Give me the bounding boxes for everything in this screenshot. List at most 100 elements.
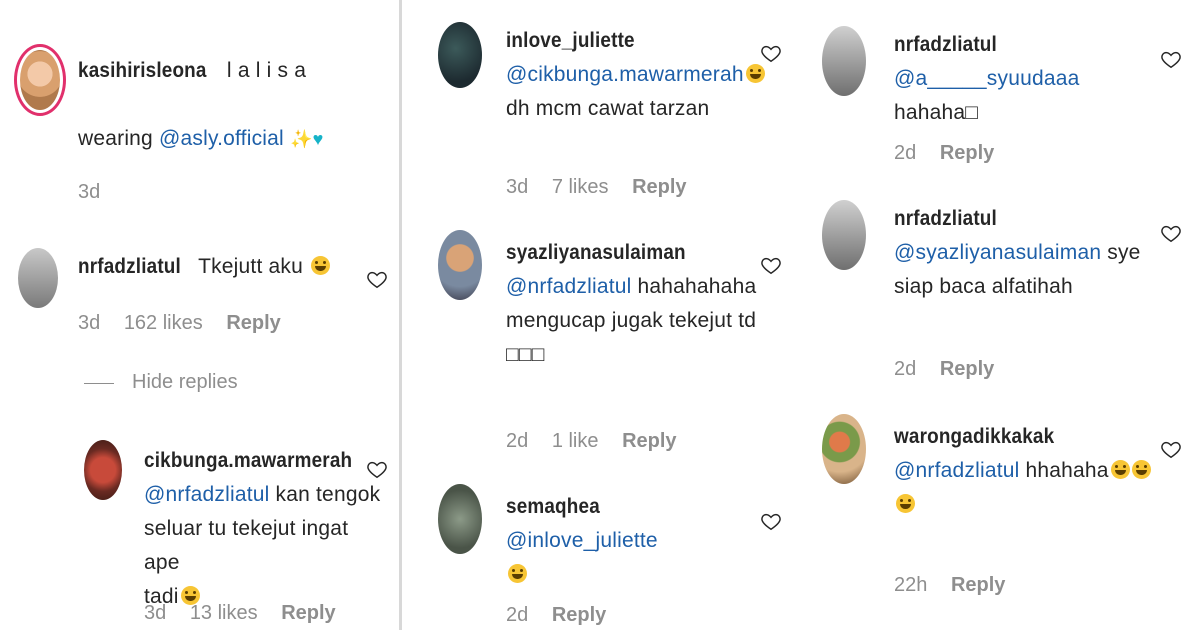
- comment-text-line3: □□□: [506, 343, 545, 366]
- comment-semaqhea: semaqhea @inlove_juliette 2d Reply: [438, 484, 798, 630]
- avatar[interactable]: [822, 200, 866, 270]
- avatar[interactable]: [438, 484, 482, 554]
- like-button[interactable]: [760, 254, 782, 276]
- comments-panel-2: inlove_juliette @cikbunga.mawarmerah dh …: [402, 0, 802, 630]
- avatar[interactable]: [18, 248, 58, 308]
- comment-meta: 3d 7 likes Reply: [506, 176, 705, 199]
- like-button[interactable]: [1160, 48, 1182, 70]
- reply-button[interactable]: Reply: [632, 176, 686, 198]
- comment-meta: 3d 162 likes Reply: [78, 312, 299, 335]
- comment-meta: 2d 1 like Reply: [506, 430, 695, 453]
- comment-text-line2: mengucap jugak tekejut td: [506, 309, 757, 332]
- comment-text: kan tengok: [275, 483, 381, 506]
- comment-meta: 3d 13 likes Reply: [144, 602, 354, 625]
- like-button[interactable]: [1160, 222, 1182, 244]
- heart-icon: [1161, 225, 1181, 243]
- avatar[interactable]: [438, 22, 482, 88]
- username[interactable]: warongadikkakak: [894, 420, 1054, 454]
- mention-link[interactable]: @cikbunga.mawarmerah: [506, 63, 744, 86]
- likes-count[interactable]: 1 like: [552, 430, 599, 452]
- username[interactable]: cikbunga.mawarmerah: [144, 444, 352, 478]
- username[interactable]: nrfadzliatul: [894, 202, 997, 236]
- comment-text: dh mcm cawat tarzan: [506, 97, 710, 120]
- comment-kasihirisleona: kasihirisleona l a l i s a wearing @asly…: [14, 44, 394, 214]
- like-button[interactable]: [760, 510, 782, 532]
- comment-body: nrfadzliatul Tkejutt aku: [78, 250, 348, 284]
- comment-body: cikbunga.mawarmerah @nrfadzliatul kan te…: [144, 444, 389, 614]
- mention-link[interactable]: @inlove_juliette: [506, 529, 658, 552]
- timestamp: 3d: [144, 602, 167, 624]
- comment-body: nrfadzliatul @a_____syuudaaa hahaha□: [894, 28, 1154, 130]
- mention-link[interactable]: @a_____syuudaaa: [894, 67, 1079, 90]
- heart-icon: [761, 45, 781, 63]
- mention-link[interactable]: @nrfadzliatul: [144, 483, 269, 506]
- comment-text-line2: seluar tu tekejut ingat ape: [144, 517, 349, 574]
- comment-text: sye: [1107, 241, 1141, 264]
- reply-button[interactable]: Reply: [226, 312, 280, 334]
- avatar[interactable]: [822, 26, 866, 96]
- grinning-emoji: [745, 64, 765, 83]
- heart-icon: [1161, 441, 1181, 459]
- reply-button[interactable]: Reply: [940, 142, 994, 164]
- like-button[interactable]: [760, 42, 782, 64]
- comment-nrfadzliatul: nrfadzliatul Tkejutt aku 3d 162 likes Re…: [18, 248, 393, 338]
- timestamp: 3d: [506, 176, 529, 198]
- comments-panel-3: nrfadzliatul @a_____syuudaaa hahaha□ 2d …: [806, 0, 1200, 630]
- reply-button[interactable]: Reply: [622, 430, 676, 452]
- comment-text: hhahaha: [1025, 459, 1109, 482]
- comment-nrfadzliatul-2: nrfadzliatul @syazliyanasulaiman sye sia…: [822, 200, 1198, 390]
- blue-heart-emoji: ♥: [312, 129, 324, 149]
- username[interactable]: kasihirisleona: [78, 54, 207, 88]
- hide-replies-button[interactable]: Hide replies: [132, 371, 256, 394]
- timestamp: 3d: [78, 312, 101, 334]
- reply-button[interactable]: Reply: [552, 604, 606, 626]
- comment-body-line2: wearing @asly.official ✨♥: [78, 122, 388, 156]
- comment-inlove-juliette: inlove_juliette @cikbunga.mawarmerah dh …: [438, 22, 798, 212]
- username[interactable]: nrfadzliatul: [78, 250, 181, 284]
- reply-button[interactable]: Reply: [951, 574, 1005, 596]
- grinning-emoji: [311, 256, 331, 275]
- like-button[interactable]: [1160, 438, 1182, 460]
- mention-link[interactable]: @nrfadzliatul: [894, 459, 1019, 482]
- hide-replies-label: Hide replies: [132, 371, 238, 393]
- likes-count[interactable]: 162 likes: [124, 312, 203, 334]
- heart-icon: [367, 271, 387, 289]
- comment-body: warongadikkakak @nrfadzliatul hhahaha: [894, 420, 1164, 522]
- comment-body: kasihirisleona l a l i s a: [78, 54, 388, 88]
- mention-link[interactable]: @asly.official: [159, 127, 284, 150]
- username[interactable]: inlove_juliette: [506, 24, 635, 58]
- likes-count[interactable]: 7 likes: [552, 176, 609, 198]
- comment-body: nrfadzliatul @syazliyanasulaiman sye sia…: [894, 202, 1164, 304]
- comment-meta: 22h Reply: [894, 574, 1023, 597]
- like-button[interactable]: [366, 458, 388, 480]
- comments-panel-1: kasihirisleona l a l i s a wearing @asly…: [0, 0, 398, 630]
- username[interactable]: nrfadzliatul: [894, 28, 997, 62]
- timestamp: 2d: [894, 358, 917, 380]
- avatar[interactable]: [84, 440, 122, 500]
- likes-count[interactable]: 13 likes: [190, 602, 258, 624]
- reply-button[interactable]: Reply: [281, 602, 335, 624]
- username[interactable]: syazliyanasulaiman: [506, 236, 686, 270]
- grinning-emoji: [508, 564, 527, 583]
- timestamp: 3d: [78, 181, 101, 203]
- username[interactable]: semaqhea: [506, 490, 600, 524]
- avatar[interactable]: [822, 414, 866, 484]
- mention-link[interactable]: @nrfadzliatul: [506, 275, 631, 298]
- reply-button[interactable]: Reply: [940, 358, 994, 380]
- comment-nrfadzliatul-1: nrfadzliatul @a_____syuudaaa hahaha□ 2d …: [822, 26, 1198, 176]
- like-button[interactable]: [366, 268, 388, 290]
- comment-meta: 2d Reply: [894, 358, 1012, 381]
- comment-body: semaqhea @inlove_juliette: [506, 490, 766, 592]
- avatar[interactable]: [438, 230, 482, 300]
- avatar[interactable]: [14, 44, 66, 116]
- timestamp: 22h: [894, 574, 928, 596]
- comment-body: syazliyanasulaiman @nrfadzliatul hahahah…: [506, 236, 766, 372]
- heart-icon: [761, 513, 781, 531]
- mention-link[interactable]: @syazliyanasulaiman: [894, 241, 1101, 264]
- heart-icon: [761, 257, 781, 275]
- comment-text: Tkejutt aku: [198, 255, 303, 278]
- comment-text-line2: siap baca alfatihah: [894, 275, 1073, 298]
- comment-text: hahaha□: [894, 101, 979, 124]
- comment-meta: 2d Reply: [894, 142, 1012, 165]
- heart-icon: [367, 461, 387, 479]
